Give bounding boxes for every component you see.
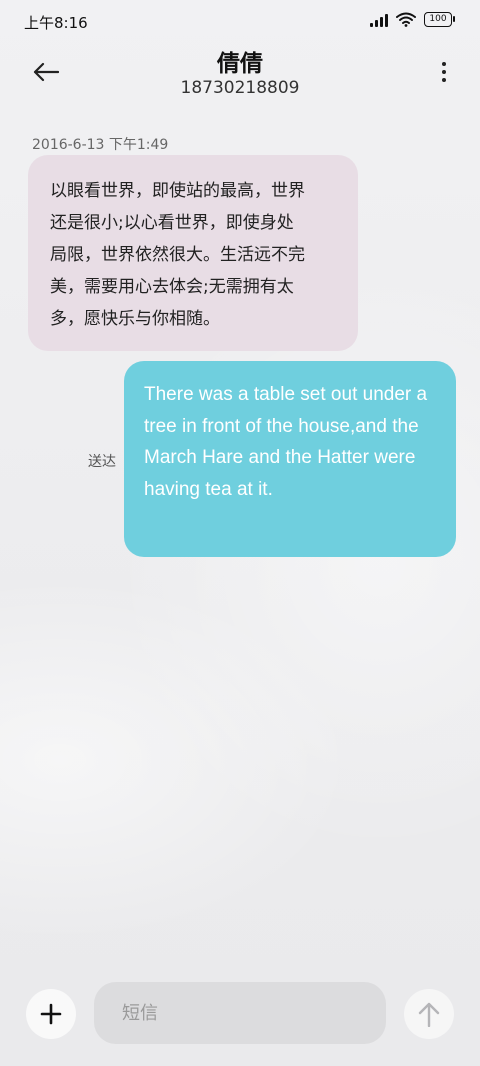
conversation-header: 倩倩 18730218809	[0, 44, 480, 108]
more-vertical-icon	[442, 62, 446, 66]
wifi-icon	[396, 12, 416, 27]
message-timestamp: 2016-6-13 下午1:49	[32, 137, 169, 153]
delivery-status: 送达	[88, 454, 116, 470]
more-options-button[interactable]	[432, 52, 456, 92]
contact-phone-number: 18730218809	[180, 78, 300, 98]
status-bar: 上午8:16 100	[0, 0, 480, 44]
send-arrow-up-icon	[418, 1002, 440, 1027]
incoming-message-bubble[interactable]: 以眼看世界，即使站的最高，世界 还是很小;以心看世界，即使身处 局限，世界依然很…	[28, 155, 358, 351]
outgoing-message-bubble[interactable]: There was a table set out under a tree i…	[124, 361, 456, 557]
battery-icon: 100	[424, 12, 455, 27]
add-attachment-button[interactable]	[26, 989, 76, 1039]
status-time: 上午8:16	[24, 14, 88, 32]
plus-icon	[40, 1003, 62, 1025]
contact-name: 倩倩	[217, 51, 263, 77]
message-input[interactable]	[120, 1001, 360, 1025]
message-input-box[interactable]	[94, 982, 386, 1044]
send-button[interactable]	[404, 989, 454, 1039]
signal-icon	[370, 13, 388, 27]
status-icons: 100	[370, 12, 455, 27]
